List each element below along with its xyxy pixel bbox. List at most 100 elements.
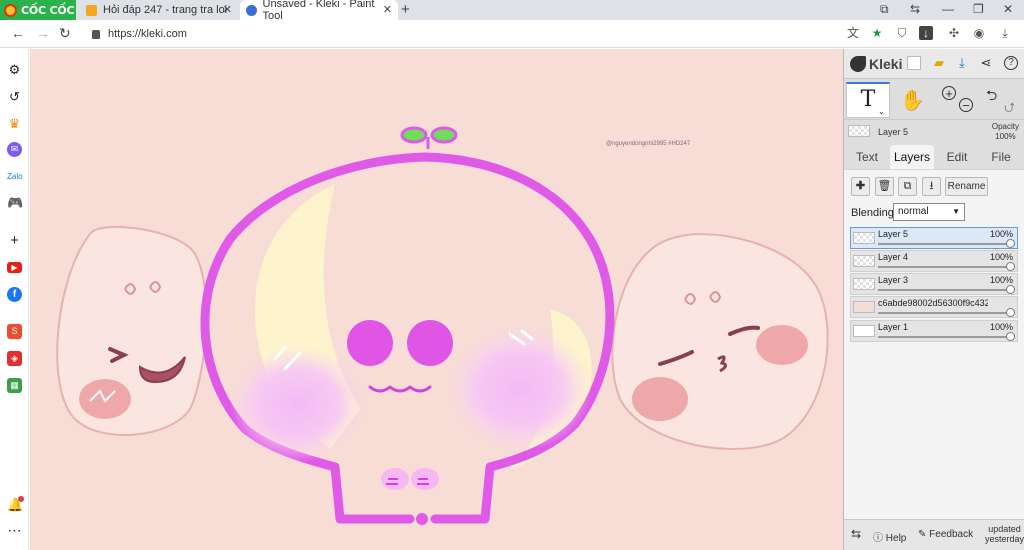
- redo-icon[interactable]: ⮍: [1004, 97, 1015, 121]
- zoom-in-icon[interactable]: +: [942, 86, 956, 100]
- layer-opacity-track: [878, 312, 1010, 314]
- blending-label: Blending: [851, 207, 894, 219]
- tab-title: Unsaved - Kleki - Paint Tool: [262, 0, 375, 22]
- shopee-icon[interactable]: S: [7, 324, 22, 339]
- tab-hoidap[interactable]: Hỏi đáp 247 - trang tra loi ✕: [80, 0, 238, 20]
- tab-title: Hỏi đáp 247 - trang tra loi: [103, 4, 228, 16]
- tool-row: T ⌄ ✋ + − ⮌ ⮍: [844, 80, 1024, 118]
- layer-row[interactable]: Layer 4 100%: [850, 250, 1018, 272]
- kleki-header: Kleki ▰ ⤓ ⋖ ?: [844, 49, 1024, 79]
- layer-opacity-slider[interactable]: [1006, 239, 1015, 248]
- layer-row[interactable]: c6abde98002d56300f9c432a: [850, 296, 1018, 318]
- kleki-favicon-icon: [246, 4, 257, 16]
- update-status[interactable]: updated yesterday: [985, 524, 1024, 544]
- tab-file[interactable]: File: [982, 145, 1020, 169]
- messenger-icon[interactable]: ✉: [7, 142, 22, 157]
- translate-icon[interactable]: 文: [846, 26, 860, 40]
- swap-icon[interactable]: ⇆: [910, 2, 920, 16]
- crown-icon[interactable]: ♛: [7, 116, 22, 131]
- notification-dot: [18, 496, 24, 502]
- share-icon[interactable]: ⋖: [979, 56, 993, 70]
- layer-opacity-slider[interactable]: [1006, 262, 1015, 271]
- layer-name: Layer 4: [878, 252, 909, 262]
- new-image-icon[interactable]: [907, 56, 921, 70]
- swap-panel-icon[interactable]: ⇆: [851, 527, 861, 541]
- tab-layers[interactable]: Layers: [890, 145, 934, 169]
- window-close-icon[interactable]: ✕: [1003, 2, 1013, 16]
- feedback-label: Feedback: [929, 529, 974, 540]
- current-layer-name: Layer 5: [878, 127, 909, 137]
- canvas-artwork: [56, 126, 829, 525]
- hoidap-favicon-icon: [86, 4, 97, 16]
- kleki-logo[interactable]: Kleki: [850, 56, 902, 72]
- tab-text[interactable]: Text: [848, 145, 886, 169]
- reload-icon[interactable]: ↻: [59, 25, 71, 42]
- gamepad-icon[interactable]: 🎮: [7, 195, 23, 210]
- browser-brand[interactable]: CỐC CỐC: [0, 0, 76, 20]
- layer-row[interactable]: Layer 3 100%: [850, 273, 1018, 295]
- browser-sidebar: ⚙ ↺ ♛ ✉ Zalo 🎮 + ▶ f S ◈ ▦ 🔔 ⋯: [0, 49, 29, 550]
- youtube-icon[interactable]: ▶: [7, 262, 22, 273]
- forward-icon[interactable]: →: [36, 25, 50, 41]
- layer-thumbnail: [853, 255, 875, 267]
- close-icon[interactable]: ✕: [383, 3, 392, 16]
- feedback-pen-icon: ✎: [918, 529, 927, 540]
- undo-icon[interactable]: ⮌: [986, 85, 997, 109]
- layer-opacity: 100%: [989, 252, 1013, 262]
- add-plus-icon[interactable]: +: [7, 233, 22, 248]
- back-icon[interactable]: ←: [11, 25, 25, 41]
- shopping-icon[interactable]: ◈: [7, 351, 22, 366]
- url-text: https://kleki.com: [108, 28, 187, 40]
- add-layer-button[interactable]: ✚: [851, 177, 870, 196]
- download-icon[interactable]: ⤓: [955, 56, 969, 70]
- download-manager-icon[interactable]: ↓: [919, 26, 933, 40]
- shield-icon[interactable]: ⛉: [895, 26, 909, 40]
- help-link[interactable]: ⓘ Help: [873, 529, 906, 544]
- layer-opacity-track: [878, 266, 1010, 268]
- downloads-icon[interactable]: ⤓: [998, 26, 1012, 40]
- feedback-link[interactable]: ✎ Feedback: [918, 529, 973, 540]
- layer-name: Layer 3: [878, 275, 909, 285]
- bookmark-star-icon[interactable]: ★: [870, 26, 884, 40]
- address-bar[interactable]: https://kleki.com: [88, 24, 836, 44]
- chevron-down-icon[interactable]: ⌄: [878, 107, 885, 116]
- delete-layer-trash-icon[interactable]: 🗑: [875, 177, 894, 196]
- right-peach-character: [611, 233, 829, 450]
- picture-in-picture-icon[interactable]: ⧉: [880, 2, 889, 17]
- tab-edit[interactable]: Edit: [938, 145, 976, 169]
- zalo-icon[interactable]: Zalo: [7, 169, 23, 184]
- lock-icon: [92, 29, 100, 39]
- hand-tool-icon[interactable]: ✋: [900, 88, 925, 113]
- profile-icon[interactable]: ◉: [972, 26, 986, 40]
- more-options-icon[interactable]: ⋯: [7, 523, 22, 538]
- main-peach-character: [200, 126, 615, 525]
- layer-row[interactable]: Layer 1 100%: [850, 320, 1018, 342]
- history-icon[interactable]: ↺: [7, 89, 22, 104]
- help-circle-icon: ⓘ: [873, 533, 883, 544]
- help-question-icon[interactable]: ?: [1004, 56, 1018, 70]
- restore-icon[interactable]: ❐: [973, 2, 984, 16]
- tab-kleki[interactable]: Unsaved - Kleki - Paint Tool ✕: [240, 0, 398, 22]
- layer-opacity-track: [878, 243, 1010, 245]
- kleki-app-name: Kleki: [869, 56, 903, 72]
- drawing-canvas[interactable]: @nguyendongnhi2995 #HD247: [30, 49, 843, 550]
- minimize-icon[interactable]: —: [942, 2, 954, 16]
- zoom-out-icon[interactable]: −: [959, 98, 973, 112]
- merge-down-icon[interactable]: ⭳: [922, 177, 941, 196]
- layer-opacity-slider[interactable]: [1006, 308, 1015, 317]
- close-icon[interactable]: ✕: [223, 3, 232, 16]
- facebook-icon[interactable]: f: [7, 287, 22, 302]
- settings-gear-icon[interactable]: ⚙: [7, 62, 22, 77]
- layer-opacity-slider[interactable]: [1006, 332, 1015, 341]
- extensions-icon[interactable]: ✣: [947, 26, 961, 40]
- rename-button[interactable]: Rename: [945, 177, 988, 196]
- blending-select[interactable]: normal ▼: [893, 203, 965, 221]
- save-folder-icon[interactable]: ▰: [932, 56, 946, 70]
- layer-row[interactable]: Layer 5 100%: [850, 227, 1018, 249]
- layer-name: Layer 5: [878, 229, 909, 239]
- duplicate-layer-icon[interactable]: ⧉: [898, 177, 917, 196]
- new-tab-plus-icon[interactable]: +: [401, 1, 410, 18]
- layer-opacity-slider[interactable]: [1006, 285, 1015, 294]
- kleki-logo-icon: [850, 56, 866, 72]
- sheets-icon[interactable]: ▦: [7, 378, 22, 393]
